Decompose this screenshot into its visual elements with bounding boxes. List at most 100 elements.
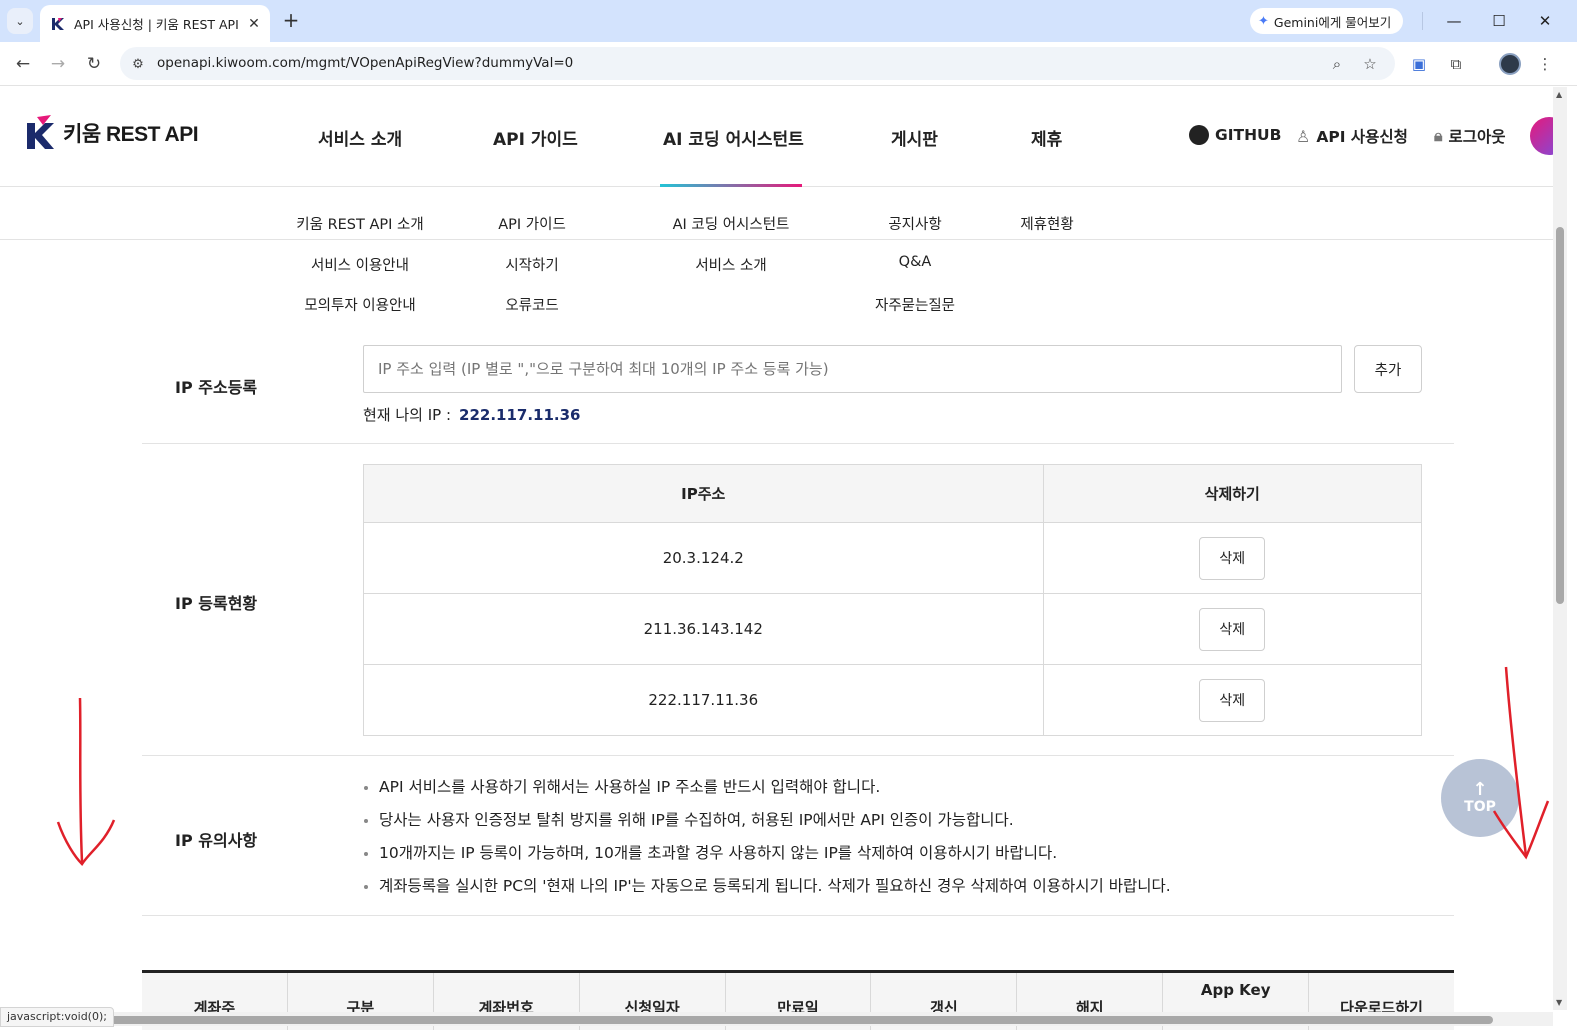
kiwoom-favicon-icon [52,17,64,30]
api-apply-link[interactable]: ♙ API 사용신청 [1296,125,1408,147]
ip-notice-label: IP 유의사항 [175,831,258,850]
ip-notice-list: API 서비스를 사용하기 위해서는 사용하실 IP 주소를 반드시 입력해야 … [363,773,1171,905]
maximize-window-icon[interactable]: ☐ [1486,8,1512,34]
submenu-getting-started[interactable]: 시작하기 [505,254,558,275]
scroll-up-arrow-icon[interactable]: ▲ [1556,90,1562,99]
tab-title: API 사용신청 | 키움 REST API [74,17,239,32]
table-row: 222.117.11.36 삭제 [363,664,1423,736]
ip-address-cell: 211.36.143.142 [363,593,1044,665]
submenu-mock-trading-guide[interactable]: 모의투자 이용안내 [304,294,415,315]
nav-api-guide[interactable]: API 가이드 [493,125,578,150]
logo-text: 키움 REST API [63,123,199,146]
delete-ip-button[interactable]: 삭제 [1199,607,1266,651]
api-apply-label: API 사용신청 [1316,128,1408,146]
ip-status-table: IP주소 삭제하기 20.3.124.2 삭제 211.36.143.142 삭… [363,464,1423,736]
close-window-icon[interactable]: ✕ [1532,8,1558,34]
nav-service-intro[interactable]: 서비스 소개 [318,125,402,150]
logout-label: 로그아웃 [1448,128,1506,146]
delete-cell: 삭제 [1042,522,1423,594]
section-divider [142,443,1454,444]
red-annotation-arrow-left-icon [56,697,116,866]
ip-address-input[interactable] [363,345,1342,393]
nav-ai-coding-assistant[interactable]: AI 코딩 어시스턴트 [663,125,804,150]
section-divider [142,755,1454,756]
github-link[interactable]: GITHUB [1189,125,1281,145]
notice-item: 당사는 사용자 인증정보 탈취 방지를 위해 IP를 수집하여, 허용된 IP에… [363,806,1171,839]
bookmark-star-icon[interactable]: ☆ [1360,54,1380,74]
notice-item: 10개까지는 IP 등록이 가능하며, 10개를 초과할 경우 사용하지 않는 … [363,839,1171,872]
add-ip-button[interactable]: 추가 [1354,345,1422,393]
browser-menu-icon[interactable]: ⋮ [1535,54,1555,74]
kiwoom-logo[interactable]: 키움 REST API [25,115,199,151]
submenu-faq[interactable]: 자주묻는질문 [875,294,955,315]
github-label: GITHUB [1215,126,1282,144]
submenu-divider [0,239,1553,240]
extensions-puzzle-icon[interactable]: ⧉ [1446,54,1466,74]
submenu-ai-coding-assistant[interactable]: AI 코딩 어시스턴트 [673,213,790,234]
submenu-partnership-status[interactable]: 제휴현황 [1020,213,1073,234]
tab-search-chevron-icon[interactable]: ⌄ [7,8,33,34]
site-header: 키움 REST API 서비스 소개 API 가이드 AI 코딩 어시스턴트 게… [0,87,1553,187]
lock-icon: 🔒︎ [1434,126,1443,145]
column-header-ip: IP주소 [363,464,1044,523]
gemini-button[interactable]: ✦ Gemini에게 물어보기 [1250,8,1404,34]
url-text[interactable]: openapi.kiwoom.com/mgmt/VOpenApiRegView?… [157,55,573,71]
submenu-kiwoom-rest-api-intro[interactable]: 키움 REST API 소개 [296,213,423,234]
browser-tab-strip: ⌄ API 사용신청 | 키움 REST API ✕ + ✦ Gemini에게 … [0,0,1577,42]
status-bar-link-preview: javascript:void(0); [0,1007,114,1027]
window-controls-separator [1422,12,1423,30]
scroll-down-arrow-icon[interactable]: ▼ [1556,998,1562,1007]
ip-address-cell: 20.3.124.2 [363,522,1044,594]
delete-ip-button[interactable]: 삭제 [1199,678,1266,722]
notice-item: 계좌등록을 실시한 PC의 '현재 나의 IP'는 자동으로 등록되게 됩니다.… [363,872,1171,905]
nav-board[interactable]: 게시판 [891,125,938,150]
delete-cell: 삭제 [1042,593,1423,665]
address-bar[interactable]: ⚙ openapi.kiwoom.com/mgmt/VOpenApiRegVie… [120,47,1395,80]
reload-icon[interactable]: ↻ [81,51,107,77]
submenu-error-codes[interactable]: 오류코드 [505,294,558,315]
ip-status-label: IP 등록현황 [175,594,258,613]
delete-ip-button[interactable]: 삭제 [1199,536,1266,580]
notice-item: API 서비스를 사용하기 위해서는 사용하실 IP 주소를 반드시 입력해야 … [363,773,1171,806]
current-ip-value: 222.117.11.36 [459,406,581,424]
submenu-qna[interactable]: Q&A [899,254,932,270]
delete-cell: 삭제 [1042,664,1423,736]
vertical-scrollbar[interactable]: ▲ ▼ [1553,87,1567,1010]
browser-tab-active[interactable]: API 사용신청 | 키움 REST API ✕ [40,5,270,42]
horizontal-scrollbar[interactable] [0,1012,1553,1026]
logout-link[interactable]: 🔒︎ 로그아웃 [1434,125,1506,147]
back-arrow-icon[interactable]: ← [10,51,36,77]
minimize-window-icon[interactable]: — [1441,8,1467,34]
table-row: 20.3.124.2 삭제 [363,522,1423,594]
current-ip-label: 현재 나의 IP : [363,406,452,424]
submenu-service-usage-guide[interactable]: 서비스 이용안내 [311,254,409,275]
arrow-up-icon: ↑ [1472,779,1488,800]
submenu-ai-service-intro[interactable]: 서비스 소개 [695,254,766,275]
ip-register-label: IP 주소등록 [175,378,258,397]
current-ip-line: 현재 나의 IP : 222.117.11.36 [363,404,581,425]
web-page: 키움 REST API 서비스 소개 API 가이드 AI 코딩 어시스턴트 게… [0,87,1553,1032]
table-header-row: IP주소 삭제하기 [363,464,1423,523]
active-nav-indicator [660,184,802,187]
section-divider [142,915,1454,916]
user-avatar[interactable] [1530,117,1553,155]
new-tab-plus-icon[interactable]: + [280,8,302,32]
github-icon [1189,125,1209,145]
vertical-scroll-thumb[interactable] [1556,227,1564,604]
profile-avatar[interactable] [1499,53,1521,75]
gemini-sparkle-icon: ✦ [1258,13,1269,29]
kiwoom-k-logo-icon [27,115,54,149]
submenu-api-guide[interactable]: API 가이드 [498,213,566,234]
ip-address-cell: 222.117.11.36 [363,664,1044,736]
nav-partnership[interactable]: 제휴 [1031,125,1062,150]
translate-extension-icon[interactable]: ▣ [1409,54,1429,74]
forward-arrow-icon[interactable]: → [45,51,71,77]
close-tab-icon[interactable]: ✕ [244,14,264,34]
submenu-notices[interactable]: 공지사항 [888,213,941,234]
user-icon: ♙ [1296,126,1311,146]
site-info-icon[interactable]: ⚙ [128,54,148,74]
table-row: 211.36.143.142 삭제 [363,593,1423,665]
horizontal-scroll-thumb[interactable] [100,1016,1493,1024]
zoom-icon[interactable]: ⌕ [1327,54,1347,74]
gemini-label: Gemini에게 물어보기 [1273,14,1392,30]
